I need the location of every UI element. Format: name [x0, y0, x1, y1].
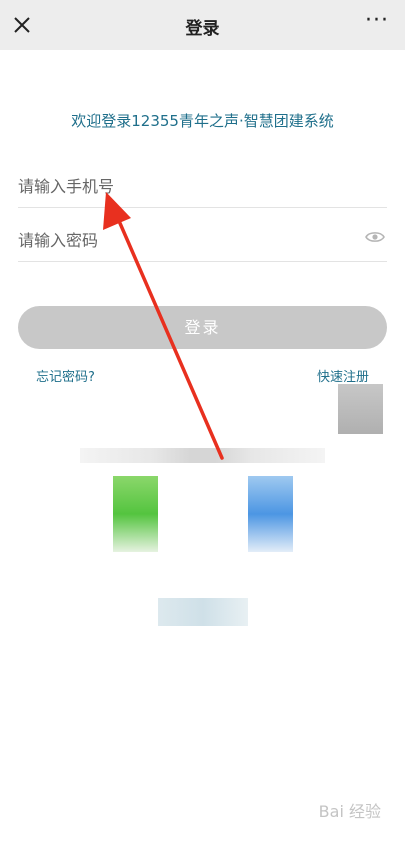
welcome-message: 欢迎登录12355青年之声·智慧团建系统	[71, 112, 334, 130]
pixelated-green-icon[interactable]	[113, 476, 158, 552]
page-title: 登录	[185, 19, 220, 39]
password-field	[18, 218, 387, 262]
pixelated-caption	[158, 598, 248, 626]
login-button[interactable]: 登录	[18, 306, 387, 349]
pixelated-blue-icon[interactable]	[248, 476, 293, 552]
quick-register-link[interactable]: 快速注册	[317, 366, 369, 385]
password-input[interactable]	[18, 218, 338, 262]
more-options-button[interactable]: ···	[365, 10, 388, 36]
phone-field	[18, 164, 387, 208]
phone-input[interactable]	[18, 164, 387, 208]
eye-icon[interactable]	[365, 230, 385, 244]
pixelated-divider	[80, 448, 325, 463]
top-bar: 登录 ···	[0, 0, 405, 50]
watermark: Bai 经验	[318, 802, 381, 821]
pixelated-area	[338, 384, 383, 434]
forgot-password-link[interactable]: 忘记密码?	[36, 366, 95, 385]
